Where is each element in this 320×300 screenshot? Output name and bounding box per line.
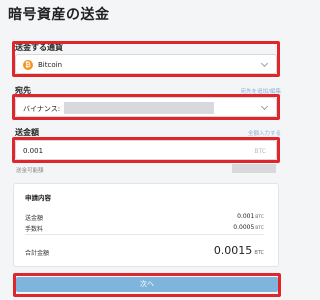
redacted-available-amount bbox=[232, 164, 276, 173]
summary-amount-label: 送金額 bbox=[25, 215, 44, 222]
summary-total-number: 0.0015 bbox=[213, 244, 253, 257]
summary-total-value: 0.0015 BTC bbox=[214, 244, 264, 257]
summary-fee-number: 0.0005 bbox=[233, 224, 255, 231]
summary-amount-value: 0.001BTC bbox=[237, 213, 264, 220]
send-all-link[interactable]: 全額入力する bbox=[248, 129, 281, 137]
summary-divider bbox=[25, 234, 264, 235]
summary-fee-unit: BTC bbox=[255, 226, 264, 231]
summary-fee-value: 0.0005BTC bbox=[233, 224, 264, 231]
page-title: 暗号資産の送金 bbox=[8, 7, 110, 23]
available-label: 送金可能額 bbox=[16, 168, 44, 174]
summary-amount-unit: BTC bbox=[255, 215, 264, 220]
summary-card: 申請内容 送金額 0.001BTC 手数料 0.0005BTC 合計金額 0.0… bbox=[13, 183, 279, 267]
next-button-highlight bbox=[13, 273, 281, 297]
summary-total-unit: BTC bbox=[254, 250, 264, 256]
summary-total-label: 合計金額 bbox=[25, 250, 50, 257]
summary-fee-label: 手数料 bbox=[25, 226, 44, 233]
summary-amount-number: 0.001 bbox=[237, 213, 255, 220]
currency-highlight bbox=[12, 41, 280, 77]
destination-highlight bbox=[12, 94, 280, 120]
summary-title: 申請内容 bbox=[25, 194, 51, 202]
amount-highlight bbox=[12, 137, 280, 163]
